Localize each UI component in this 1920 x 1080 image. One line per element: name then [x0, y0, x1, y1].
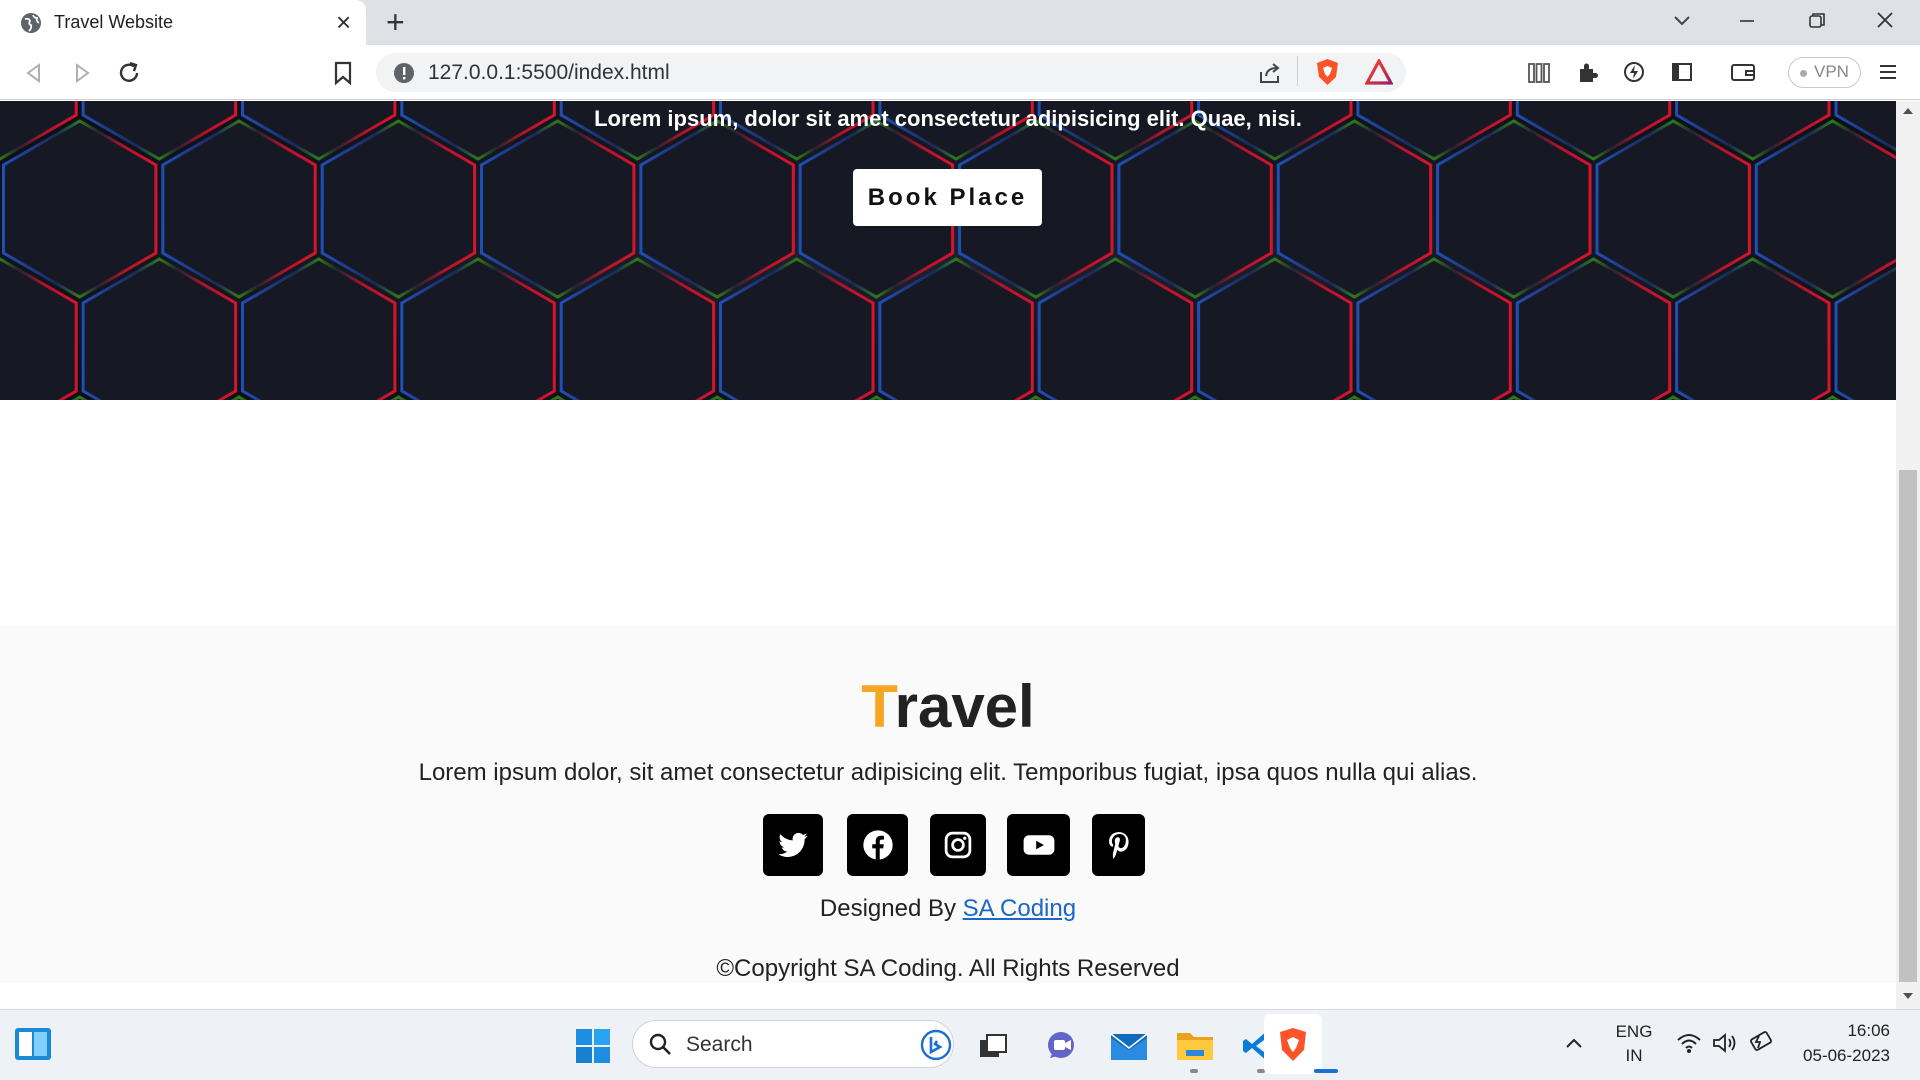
copyright: ©Copyright SA Coding. All Rights Reserve…: [716, 955, 1180, 982]
sidebar-icon[interactable]: [1670, 60, 1694, 84]
new-tab-icon[interactable]: +: [386, 6, 405, 38]
brave-browser-icon[interactable]: [1276, 1026, 1310, 1064]
search-icon: [649, 1033, 671, 1055]
designed-prefix: Designed By: [819, 895, 963, 922]
hero-section: Lorem ipsum, dolor sit amet consectetur …: [0, 101, 1896, 400]
footer-description: Lorem ipsum dolor, sit amet consectetur …: [418, 759, 1478, 786]
divider: [1297, 56, 1298, 86]
widgets-icon[interactable]: [14, 1027, 52, 1061]
url-text[interactable]: 127.0.0.1:5500/index.html: [428, 60, 670, 86]
menu-icon[interactable]: [1877, 61, 1899, 83]
chevron-up-icon[interactable]: [1564, 1036, 1584, 1050]
brave-shield-icon[interactable]: [1314, 57, 1341, 87]
search-label: Search: [686, 1033, 753, 1056]
facebook-link[interactable]: [847, 814, 908, 876]
reload-icon[interactable]: [116, 60, 142, 86]
bing-icon[interactable]: [920, 1029, 952, 1061]
vpn-label: VPN: [1814, 62, 1849, 81]
reading-list-icon[interactable]: [1527, 60, 1551, 84]
mail-icon[interactable]: [1110, 1030, 1148, 1062]
window-close-icon[interactable]: [1873, 8, 1897, 32]
tab-close-icon[interactable]: ×: [336, 9, 351, 35]
language-code[interactable]: ENG: [1614, 1022, 1654, 1042]
hero-tagline: Lorem ipsum, dolor sit amet consectetur …: [594, 106, 1302, 131]
instagram-icon: [944, 831, 972, 859]
brand-accent-letter: T: [861, 673, 895, 740]
instagram-link[interactable]: [930, 814, 986, 876]
language-region[interactable]: IN: [1614, 1046, 1654, 1066]
brand-rest: ravel: [894, 673, 1035, 740]
task-view-icon[interactable]: [978, 1032, 1008, 1060]
vpn-status-dot: [1800, 70, 1807, 77]
wallet-icon[interactable]: [1730, 60, 1756, 84]
globe-icon: [21, 13, 41, 33]
teams-chat-icon[interactable]: [1044, 1030, 1080, 1062]
brave-rewards-icon[interactable]: [1365, 59, 1393, 85]
bookmark-icon[interactable]: [332, 60, 354, 86]
active-indicator: [1314, 1069, 1338, 1073]
running-indicator: [1190, 1069, 1198, 1073]
twitter-link[interactable]: [763, 814, 823, 876]
battery-charging-icon[interactable]: [1746, 1030, 1774, 1054]
scroll-down-icon[interactable]: [1902, 991, 1914, 1001]
taskbar: [0, 1009, 1920, 1080]
clock-time[interactable]: 16:06: [1820, 1021, 1890, 1041]
extensions-icon[interactable]: [1576, 60, 1600, 84]
share-icon[interactable]: [1257, 60, 1283, 86]
forward-icon[interactable]: [70, 61, 94, 85]
youtube-icon: [1023, 835, 1054, 855]
wifi-icon[interactable]: [1676, 1032, 1702, 1054]
volume-icon[interactable]: [1712, 1032, 1738, 1054]
windows-start-icon[interactable]: [575, 1028, 611, 1064]
page-viewport: Lorem ipsum, dolor sit amet consectetur …: [0, 101, 1896, 983]
pinterest-icon: [1108, 832, 1129, 859]
taskbar-search[interactable]: [632, 1020, 954, 1068]
scrollbar-thumb[interactable]: [1899, 470, 1917, 982]
scroll-up-icon[interactable]: [1902, 106, 1914, 116]
leo-ai-icon[interactable]: [1622, 60, 1646, 84]
tab-title: Travel Website: [54, 12, 174, 32]
footer: Travel Lorem ipsum dolor, sit amet conse…: [0, 626, 1896, 983]
restore-icon[interactable]: [1806, 10, 1828, 32]
pinterest-link[interactable]: [1092, 814, 1145, 876]
clock-date[interactable]: 05-06-2023: [1790, 1046, 1890, 1066]
minimize-icon[interactable]: [1736, 10, 1758, 32]
footer-brand: Travel: [0, 675, 1896, 739]
hexagon-background: [0, 101, 1896, 400]
back-icon[interactable]: [22, 61, 46, 85]
designer-link[interactable]: SA Coding: [963, 895, 1076, 922]
chevron-down-icon[interactable]: [1670, 8, 1694, 32]
twitter-icon: [778, 832, 808, 857]
youtube-link[interactable]: [1007, 814, 1070, 876]
file-explorer-icon[interactable]: [1176, 1028, 1214, 1062]
info-icon[interactable]: [393, 62, 415, 84]
social-links: [763, 814, 1145, 876]
facebook-icon: [862, 830, 893, 860]
designed-by: Designed By SA Coding: [0, 894, 1896, 924]
book-place-button[interactable]: Book Place: [853, 169, 1042, 226]
